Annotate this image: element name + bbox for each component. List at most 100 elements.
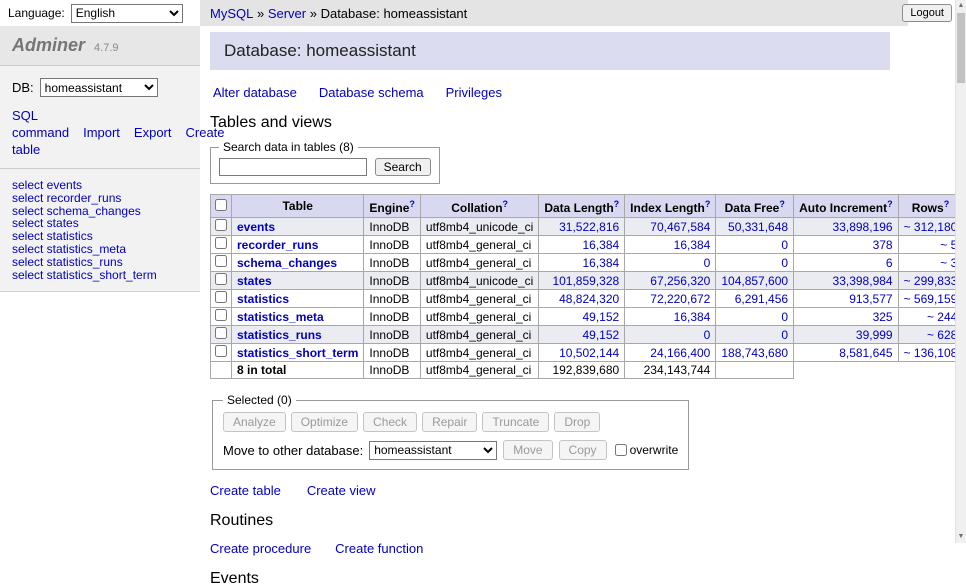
- select-all-checkbox[interactable]: [215, 199, 227, 211]
- alter-database-link[interactable]: Alter database: [213, 85, 297, 100]
- auto-increment-value[interactable]: 33,898,196: [833, 220, 893, 234]
- privileges-link[interactable]: Privileges: [446, 85, 502, 100]
- sidebar-select-statistics-meta[interactable]: select statistics_meta: [12, 243, 188, 256]
- table-link-events[interactable]: events: [237, 220, 275, 234]
- move-db-select[interactable]: homeassistant: [369, 441, 497, 460]
- data-free-value[interactable]: 6,291,456: [735, 292, 788, 306]
- index-length-value[interactable]: 70,467,584: [650, 220, 710, 234]
- breadcrumb-link-mysql[interactable]: MySQL: [210, 6, 253, 21]
- data-length-value[interactable]: 48,824,320: [559, 292, 619, 306]
- index-length-value[interactable]: 16,384: [674, 310, 711, 324]
- column-header-data-length: Data Length: [544, 201, 613, 215]
- sidebar-select-recorder-runs[interactable]: select recorder_runs: [12, 192, 188, 205]
- logout-button[interactable]: Logout: [902, 4, 952, 22]
- search-button[interactable]: Search: [375, 158, 431, 176]
- search-input[interactable]: [219, 158, 367, 176]
- auto-increment-value[interactable]: 33,398,984: [833, 274, 893, 288]
- scrollbar-down-arrow[interactable]: ▼: [956, 531, 966, 543]
- row-checkbox-statistics-meta[interactable]: [215, 309, 227, 321]
- data-length-value[interactable]: 49,152: [582, 328, 619, 342]
- auto-increment-value[interactable]: 325: [873, 310, 893, 324]
- row-checkbox-statistics-runs[interactable]: [215, 327, 227, 339]
- create-view-link[interactable]: Create view: [307, 483, 376, 498]
- data-length-value[interactable]: 10,502,144: [559, 346, 619, 360]
- db-select[interactable]: homeassistant: [40, 78, 158, 97]
- data-free-value[interactable]: 104,857,600: [721, 274, 788, 288]
- row-checkbox-events[interactable]: [215, 219, 227, 231]
- table-link-recorder-runs[interactable]: recorder_runs: [237, 238, 318, 252]
- auto-increment-value[interactable]: 8,581,645: [839, 346, 892, 360]
- rows-value[interactable]: ~ 136,108: [904, 346, 958, 360]
- column-help-link-engine[interactable]: ?: [409, 199, 415, 209]
- sidebar-link-sql-command[interactable]: SQL command: [12, 108, 69, 140]
- data-length-value[interactable]: 101,859,328: [552, 274, 619, 288]
- copy-button[interactable]: Copy: [559, 440, 607, 460]
- data-free-value[interactable]: 0: [781, 328, 788, 342]
- data-free-value[interactable]: 0: [781, 310, 788, 324]
- data-free-value[interactable]: 0: [781, 256, 788, 270]
- index-length-value[interactable]: 67,256,320: [650, 274, 710, 288]
- sidebar-select-statistics-runs[interactable]: select statistics_runs: [12, 256, 188, 269]
- index-length-value[interactable]: 24,166,400: [650, 346, 710, 360]
- table-link-statistics-short-term[interactable]: statistics_short_term: [237, 346, 358, 360]
- database-schema-link[interactable]: Database schema: [319, 85, 424, 100]
- table-link-statistics-meta[interactable]: statistics_meta: [237, 310, 324, 324]
- row-checkbox-schema-changes[interactable]: [215, 255, 227, 267]
- truncate-button[interactable]: Truncate: [482, 412, 549, 432]
- column-help-link-collation[interactable]: ?: [503, 199, 509, 209]
- column-help-link-data-free[interactable]: ?: [779, 199, 785, 209]
- auto-increment-value[interactable]: 6: [886, 256, 893, 270]
- data-length-value[interactable]: 31,522,816: [559, 220, 619, 234]
- index-length-value[interactable]: 16,384: [674, 238, 711, 252]
- rows-value[interactable]: ~ 628: [927, 328, 957, 342]
- row-checkbox-statistics[interactable]: [215, 291, 227, 303]
- language-select[interactable]: English: [71, 4, 183, 23]
- auto-increment-value[interactable]: 378: [873, 238, 893, 252]
- rows-value[interactable]: ~ 244: [927, 310, 957, 324]
- repair-button[interactable]: Repair: [422, 412, 477, 432]
- table-link-statistics[interactable]: statistics: [237, 292, 289, 306]
- create-table-link[interactable]: Create table: [210, 483, 281, 498]
- rows-value[interactable]: ~ 312,180: [904, 220, 958, 234]
- sidebar-link-import[interactable]: Import: [83, 125, 120, 140]
- overwrite-checkbox[interactable]: [615, 444, 627, 456]
- column-help-link-data-length[interactable]: ?: [614, 199, 620, 209]
- row-checkbox-recorder-runs[interactable]: [215, 237, 227, 249]
- create-procedure-link[interactable]: Create procedure: [210, 541, 311, 556]
- scrollbar-up-arrow[interactable]: ▲: [956, 0, 966, 12]
- totals-checkbox-cell: [211, 362, 232, 379]
- sidebar-select-statistics-short-term[interactable]: select statistics_short_term: [12, 269, 188, 282]
- row-checkbox-statistics-short-term[interactable]: [215, 345, 227, 357]
- index-length-value[interactable]: 72,220,672: [650, 292, 710, 306]
- table-link-schema-changes[interactable]: schema_changes: [237, 256, 337, 270]
- scrollbar-thumb[interactable]: [957, 13, 965, 83]
- create-function-link[interactable]: Create function: [335, 541, 423, 556]
- move-button[interactable]: Move: [503, 440, 552, 460]
- data-length-value[interactable]: 49,152: [582, 310, 619, 324]
- index-length-value[interactable]: 0: [704, 328, 711, 342]
- sidebar-select-events[interactable]: select events: [12, 179, 188, 192]
- auto-increment-value[interactable]: 913,577: [849, 292, 892, 306]
- data-length-value[interactable]: 16,384: [582, 256, 619, 270]
- auto-increment-value[interactable]: 39,999: [856, 328, 893, 342]
- sidebar-link-export[interactable]: Export: [134, 125, 172, 140]
- table-link-statistics-runs[interactable]: statistics_runs: [237, 328, 322, 342]
- row-checkbox-states[interactable]: [215, 273, 227, 285]
- scrollbar[interactable]: ▲ ▼: [955, 0, 966, 543]
- optimize-button[interactable]: Optimize: [291, 412, 358, 432]
- check-button[interactable]: Check: [363, 412, 417, 432]
- column-help-link-rows[interactable]: ?: [944, 199, 950, 209]
- column-help-link-index-length[interactable]: ?: [705, 199, 711, 209]
- column-help-link-auto-increment[interactable]: ?: [887, 199, 893, 209]
- drop-button[interactable]: Drop: [554, 412, 600, 432]
- data-free-value[interactable]: 50,331,648: [728, 220, 788, 234]
- table-link-states[interactable]: states: [237, 274, 272, 288]
- breadcrumb-link-server[interactable]: Server: [268, 6, 306, 21]
- index-length-value[interactable]: 0: [704, 256, 711, 270]
- rows-value[interactable]: ~ 569,159: [904, 292, 958, 306]
- rows-value[interactable]: ~ 299,833: [904, 274, 958, 288]
- analyze-button[interactable]: Analyze: [223, 412, 286, 432]
- data-length-value[interactable]: 16,384: [582, 238, 619, 252]
- data-free-value[interactable]: 188,743,680: [721, 346, 788, 360]
- data-free-value[interactable]: 0: [781, 238, 788, 252]
